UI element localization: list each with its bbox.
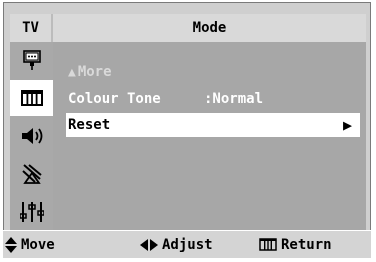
footer-bar: Move Adjust Return [3, 230, 371, 258]
menu-content: ▲ More Colour Tone :Normal Reset ▶ [53, 42, 366, 230]
more-label: More [77, 64, 112, 80]
return-label: Return [281, 236, 332, 253]
reset-item[interactable]: Reset ▶ [66, 113, 360, 137]
input-icon [22, 50, 41, 70]
sidebar-item-setup[interactable] [10, 194, 53, 230]
sidebar-item-sound[interactable] [10, 118, 53, 154]
menu-header: TV Mode [10, 14, 366, 42]
colour-tone-label: Colour Tone [68, 91, 161, 107]
sound-icon [21, 128, 42, 144]
page-title: Mode [192, 20, 227, 36]
sidebar-item-channel[interactable] [10, 156, 53, 192]
move-label: Move [21, 236, 55, 253]
setup-icon [19, 202, 44, 222]
reset-label: Reset [68, 117, 111, 133]
footer-move: Move [5, 236, 55, 253]
sidebar-item-picture[interactable] [10, 80, 53, 116]
footer-return: Return [259, 237, 332, 253]
footer-adjust: Adjust [140, 237, 213, 253]
colour-tone-value: :Normal [204, 91, 264, 107]
sidebar-item-input[interactable] [10, 42, 53, 78]
up-down-arrow-icon [5, 236, 17, 253]
right-arrow-icon: ▶ [342, 116, 352, 134]
menu-icon [259, 238, 277, 251]
up-arrow-icon: ▲ [68, 64, 76, 80]
colour-tone-item[interactable]: Colour Tone :Normal [68, 87, 263, 111]
sidebar [10, 42, 53, 230]
adjust-label: Adjust [162, 236, 213, 253]
more-item[interactable]: ▲ More [68, 60, 112, 84]
tv-tab[interactable]: TV [10, 14, 53, 42]
left-right-arrow-icon [140, 238, 158, 251]
channel-icon [21, 164, 42, 184]
picture-icon [20, 90, 43, 106]
